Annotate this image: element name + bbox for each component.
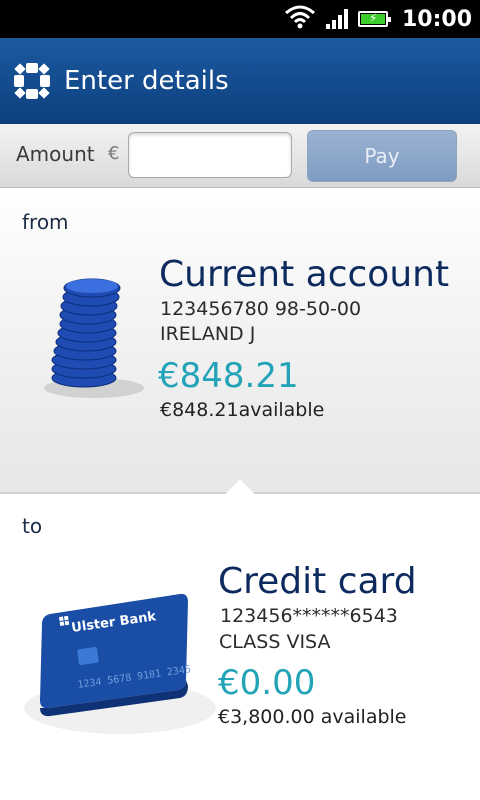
from-account-name: Current account: [159, 254, 450, 295]
amount-row: Amount € Pay: [0, 124, 480, 188]
currency-symbol: €: [108, 143, 120, 164]
battery-charging-icon: ⚡: [357, 11, 391, 27]
page-title: Enter details: [64, 66, 229, 96]
amount-input[interactable]: [128, 132, 292, 178]
from-balance: €848.21: [158, 356, 299, 396]
wifi-icon: [284, 5, 316, 33]
to-label: to: [22, 514, 43, 538]
amount-label: Amount: [16, 142, 95, 166]
app-header: Enter details: [0, 38, 480, 124]
from-label: from: [22, 210, 69, 234]
bank-logo-icon: [12, 61, 52, 101]
to-account-name: Credit card: [218, 561, 417, 602]
from-account-details: 123456780 98-50-00: [160, 298, 362, 320]
status-icons: ⚡ 10:00: [284, 0, 472, 38]
status-bar: ⚡ 10:00: [0, 0, 480, 38]
to-account-holder: CLASS VISA: [219, 631, 331, 653]
to-balance: €0.00: [218, 663, 316, 703]
pay-button[interactable]: Pay: [307, 130, 457, 182]
status-time: 10:00: [401, 6, 472, 32]
to-account-details: 123456******6543: [220, 605, 398, 627]
coins-stack-icon: [34, 268, 154, 408]
credit-card-icon: Ulster Bank 1234 5678 9101 2345: [20, 588, 220, 738]
from-available: €848.21available: [160, 399, 325, 421]
signal-icon: [325, 9, 348, 29]
to-available: €3,800.00 available: [218, 706, 407, 728]
from-account-holder: IRELAND J: [160, 323, 256, 345]
